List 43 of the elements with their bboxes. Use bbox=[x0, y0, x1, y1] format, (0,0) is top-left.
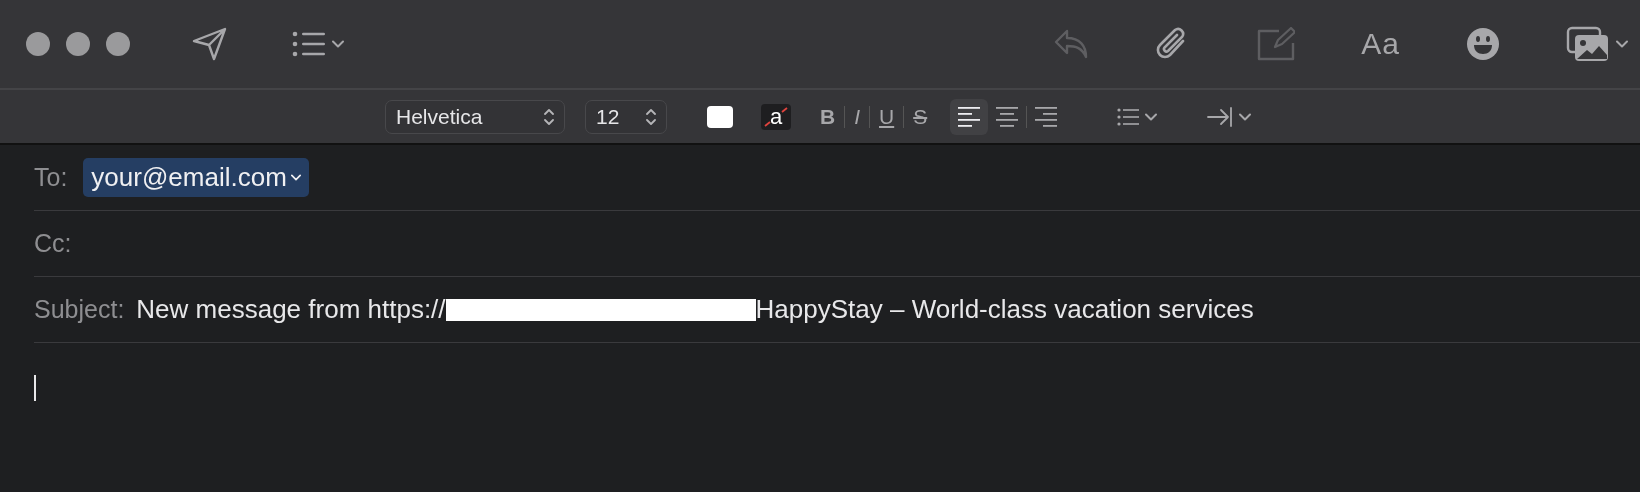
font-size-popup[interactable]: 12 bbox=[585, 99, 667, 134]
emoji-icon bbox=[1466, 27, 1500, 61]
align-right-icon bbox=[1034, 105, 1059, 128]
subject-text[interactable]: New message from https:// bbox=[136, 294, 446, 325]
chevron-icon bbox=[1239, 112, 1252, 121]
strike-button[interactable]: S bbox=[904, 101, 937, 132]
photos-icon bbox=[1566, 26, 1610, 62]
align-center-icon bbox=[995, 105, 1020, 128]
indent-button[interactable] bbox=[1207, 106, 1252, 127]
subject-text[interactable]: HappyStay – World-class vacation services bbox=[755, 294, 1254, 325]
reply-icon bbox=[1053, 28, 1090, 60]
field-label: Subject: bbox=[34, 295, 125, 324]
chevron-icon bbox=[1616, 40, 1628, 48]
photos-button[interactable] bbox=[1566, 26, 1628, 62]
bold-button[interactable]: B bbox=[811, 101, 845, 132]
list-button[interactable] bbox=[1117, 107, 1158, 126]
send-icon bbox=[192, 27, 228, 61]
zoom-button[interactable] bbox=[106, 32, 130, 56]
align-left-button[interactable] bbox=[950, 98, 989, 135]
field-label: To: bbox=[34, 163, 68, 192]
close-button[interactable] bbox=[26, 32, 50, 56]
header-fields-button[interactable] bbox=[292, 31, 344, 57]
list-icon bbox=[1117, 107, 1140, 126]
fonts-button[interactable]: Aa bbox=[1361, 27, 1400, 61]
italic-button[interactable]: I bbox=[845, 101, 869, 132]
align-left-icon bbox=[957, 105, 982, 128]
minimize-button[interactable] bbox=[66, 32, 90, 56]
recipient-token[interactable]: your@email.com bbox=[83, 158, 309, 197]
emoji-button[interactable] bbox=[1466, 27, 1500, 61]
underline-button[interactable]: U bbox=[870, 101, 904, 132]
chevron-icon bbox=[332, 40, 344, 48]
font-popup[interactable]: Helvetica bbox=[385, 99, 565, 134]
stepper-icon bbox=[646, 106, 656, 127]
field-label: Cc: bbox=[34, 229, 72, 258]
chevron-icon bbox=[1145, 112, 1158, 121]
chevron-icon bbox=[290, 174, 301, 181]
stepper-icon bbox=[544, 106, 554, 127]
list-icon bbox=[292, 31, 326, 57]
indent-icon bbox=[1207, 106, 1234, 127]
send-button[interactable] bbox=[192, 27, 228, 61]
markup-icon bbox=[1255, 27, 1296, 61]
highlight-color-button[interactable]: a bbox=[761, 103, 791, 130]
text-color-swatch[interactable] bbox=[707, 105, 733, 128]
